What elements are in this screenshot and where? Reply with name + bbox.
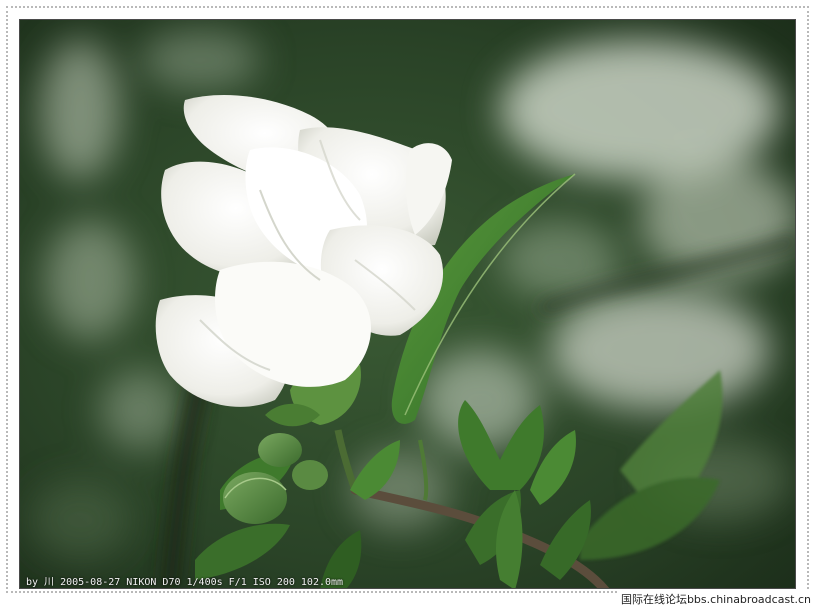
photo-caption: by 川 2005-08-27 NIKON D70 1/400s F/1 ISO… [26, 577, 344, 588]
site-watermark: 国际在线论坛bbs.chinabroadcast.cn [618, 591, 813, 607]
flower-photo-image [20, 20, 795, 588]
flower-photo [19, 19, 796, 589]
photo-frame: by 川 2005-08-27 NIKON D70 1/400s F/1 ISO… [0, 0, 815, 608]
